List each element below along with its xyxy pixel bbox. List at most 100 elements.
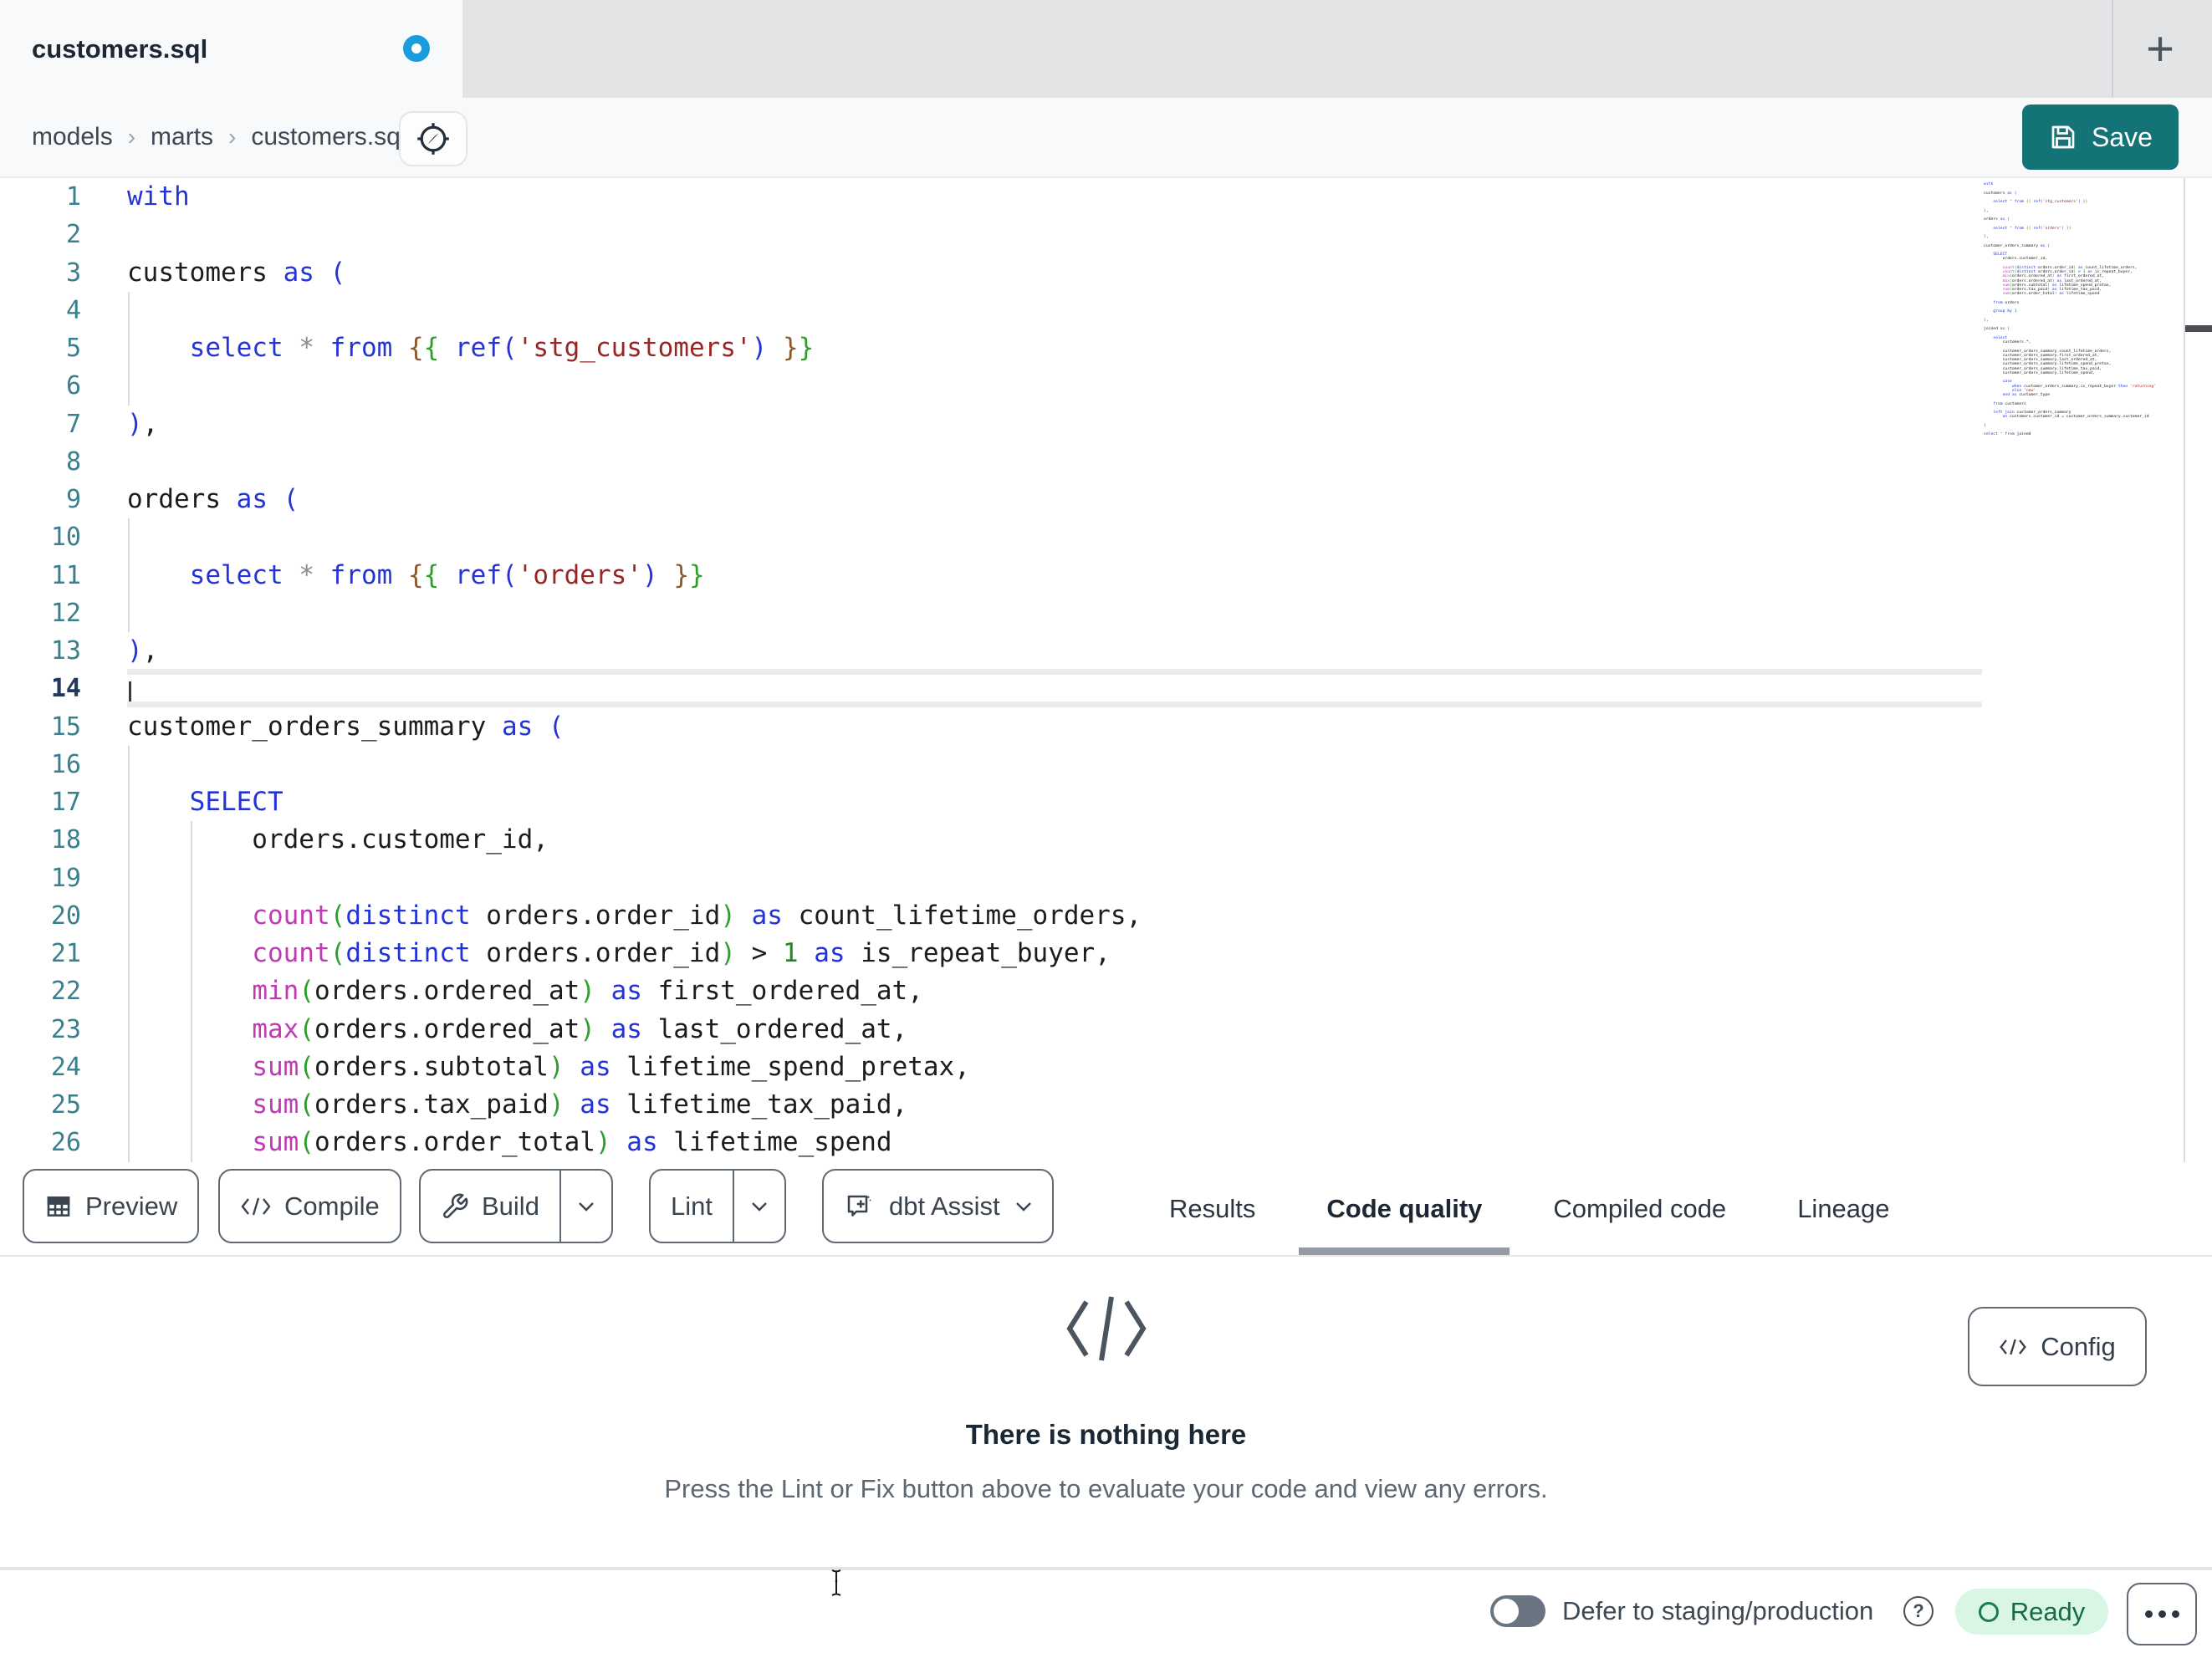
code-line[interactable]: 24 sum(orders.subtotal) as lifetime_spen… xyxy=(0,1048,2212,1086)
code-line[interactable]: 11 select * from {{ ref('orders') }} xyxy=(0,557,2212,594)
dbt-ide-window: customers.sql + models › marts › custome… xyxy=(0,0,2212,1653)
code-line[interactable]: 7), xyxy=(0,406,2212,443)
line-number: 19 xyxy=(50,863,81,893)
config-button[interactable]: Config xyxy=(1968,1307,2147,1386)
action-toolbar: Preview Compile Build Lint dbt Assist Re… xyxy=(0,1162,2212,1257)
code-line[interactable]: 20 count(distinct orders.order_id) as co… xyxy=(0,897,2212,935)
breadcrumb-file[interactable]: customers.sql xyxy=(251,123,406,151)
lint-button[interactable]: Lint xyxy=(649,1169,786,1243)
preview-button[interactable]: Preview xyxy=(23,1169,200,1243)
save-label: Save xyxy=(2092,121,2153,152)
line-number: 20 xyxy=(50,900,81,931)
help-icon[interactable]: ? xyxy=(1903,1596,1934,1626)
empty-state-subtitle: Press the Lint or Fix button above to ev… xyxy=(664,1474,1548,1503)
chevron-right-icon: › xyxy=(127,124,136,150)
overview-ruler-cursor-marker xyxy=(2185,325,2212,332)
line-number: 26 xyxy=(50,1128,81,1158)
line-number: 23 xyxy=(50,1014,81,1044)
line-number: 5 xyxy=(65,334,81,363)
code-line[interactable]: 3 customers as ( xyxy=(0,254,2212,292)
result-tabs: Results Code quality Compiled code Linea… xyxy=(1169,1162,1890,1255)
ready-label: Ready xyxy=(2010,1596,2086,1626)
code-line[interactable]: 5 select * from {{ ref('stg_customers') … xyxy=(0,329,2212,367)
editor-tab-bar: customers.sql + xyxy=(0,0,2212,98)
code-line[interactable]: 21 count(distinct orders.order_id) > 1 a… xyxy=(0,935,2212,972)
preview-label: Preview xyxy=(85,1191,178,1221)
code-line[interactable]: 19 xyxy=(0,860,2212,897)
code-line[interactable]: 23 max(orders.ordered_at) as last_ordere… xyxy=(0,1011,2212,1048)
code-line[interactable]: 15 customer_orders_summary as ( xyxy=(0,708,2212,746)
new-tab-button[interactable]: + xyxy=(2125,7,2195,90)
code-line[interactable]: 8 xyxy=(0,443,2212,481)
line-number: 7 xyxy=(65,409,81,439)
status-bar: Defer to staging/production ? Ready xyxy=(0,1569,2212,1653)
code-line[interactable]: 6 xyxy=(0,367,2212,405)
compile-button[interactable]: Compile xyxy=(218,1169,401,1243)
code-line[interactable]: 13), xyxy=(0,632,2212,670)
code-line[interactable]: 26 sum(orders.order_total) as lifetime_s… xyxy=(0,1124,2212,1161)
tab-lineage[interactable]: Lineage xyxy=(1797,1162,1889,1255)
build-button[interactable]: Build xyxy=(419,1169,613,1243)
line-number: 14 xyxy=(50,674,81,704)
lint-dropdown[interactable] xyxy=(732,1171,784,1242)
code-editor[interactable]: 1 with 2 3 customers as (4 5 select * from {{… xyxy=(0,178,2212,1162)
code-line[interactable]: 10 xyxy=(0,518,2212,556)
chevron-down-icon xyxy=(752,1201,767,1212)
line-number: 21 xyxy=(50,939,81,968)
breadcrumb-marts[interactable]: marts xyxy=(151,123,213,151)
code-line[interactable]: 4 xyxy=(0,292,2212,329)
breadcrumb: models › marts › customers.sql xyxy=(32,98,406,176)
code-quality-panel: There is nothing here Press the Lint or … xyxy=(0,1257,2212,1569)
minimap[interactable]: with customers as ( select * from {{ ref(… xyxy=(1984,182,2181,437)
chevron-down-icon xyxy=(1015,1201,1031,1212)
code-line[interactable]: 9 orders as ( xyxy=(0,481,2212,518)
line-number: 12 xyxy=(50,598,81,628)
line-number: 25 xyxy=(50,1090,81,1120)
defer-label: Defer to staging/production xyxy=(1562,1596,1874,1625)
toggle-knob xyxy=(1494,1599,1519,1624)
build-dropdown[interactable] xyxy=(559,1171,611,1242)
build-label: Build xyxy=(482,1191,539,1221)
line-number: 15 xyxy=(50,712,81,742)
more-options-button[interactable] xyxy=(2127,1583,2197,1645)
chevron-right-icon: › xyxy=(228,124,237,150)
dot-icon xyxy=(2171,1610,2179,1618)
code-line[interactable]: 17 SELECT xyxy=(0,783,2212,821)
line-number: 22 xyxy=(50,977,81,1007)
code-line[interactable]: 16 xyxy=(0,746,2212,783)
code-line[interactable]: 22 min(orders.ordered_at) as first_order… xyxy=(0,972,2212,1010)
table-icon xyxy=(47,1196,70,1217)
wrench-icon xyxy=(443,1193,468,1218)
lint-main[interactable]: Lint xyxy=(651,1171,733,1242)
dbt-assist-button[interactable]: dbt Assist xyxy=(822,1169,1054,1243)
line-number: 16 xyxy=(50,749,81,779)
code-slash-icon xyxy=(1065,1296,1147,1361)
file-header-row: models › marts › customers.sql Save xyxy=(0,98,2212,178)
code-icon xyxy=(241,1197,271,1215)
empty-state-title: There is nothing here xyxy=(965,1419,1247,1450)
code-line[interactable]: 1 with xyxy=(0,178,2212,216)
build-main[interactable]: Build xyxy=(421,1171,559,1242)
save-button[interactable]: Save xyxy=(2022,105,2179,170)
code-line[interactable]: 12 xyxy=(0,594,2212,632)
breadcrumb-models[interactable]: models xyxy=(32,123,113,151)
tab-code-quality[interactable]: Code quality xyxy=(1299,1162,1510,1255)
line-number: 4 xyxy=(65,295,81,325)
line-number: 9 xyxy=(65,485,81,514)
tab-compiled-code[interactable]: Compiled code xyxy=(1553,1162,1726,1255)
line-number: 1 xyxy=(65,182,81,212)
tab-results[interactable]: Results xyxy=(1169,1162,1255,1255)
dot-icon xyxy=(2158,1610,2166,1618)
locate-in-file-tree-button[interactable] xyxy=(399,111,467,166)
line-number: 18 xyxy=(50,825,81,855)
chat-sparkle-icon xyxy=(847,1195,871,1217)
line-number: 3 xyxy=(65,258,81,288)
code-line[interactable]: 25 sum(orders.tax_paid) as lifetime_tax_… xyxy=(0,1086,2212,1124)
defer-toggle[interactable] xyxy=(1490,1595,1545,1627)
tab-customers-sql[interactable]: customers.sql xyxy=(0,0,462,98)
dot-icon xyxy=(2144,1610,2153,1618)
code-line[interactable]: 2 xyxy=(0,216,2212,253)
code-icon xyxy=(2000,1339,2026,1355)
code-line[interactable]: 18 orders.customer_id, xyxy=(0,821,2212,859)
code-line[interactable]: 14 xyxy=(0,670,2212,707)
